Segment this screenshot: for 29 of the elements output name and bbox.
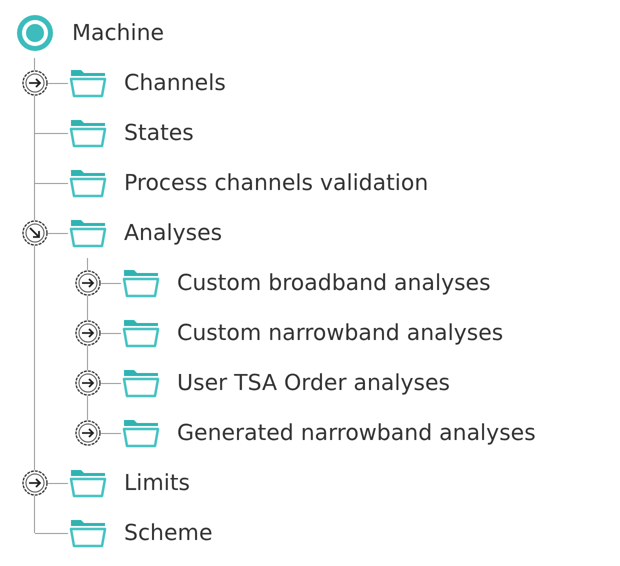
folder-icon [68,218,108,248]
tree-item-label[interactable]: User TSA Order analyses [177,370,450,396]
folder-icon [121,368,161,398]
tree-item-label[interactable]: Channels [124,70,226,96]
folder-icon [121,418,161,448]
tree-item-label[interactable]: Analyses [124,220,222,246]
folder-icon [68,468,108,498]
expand-toggle-icon[interactable] [75,370,101,396]
folder-icon [121,318,161,348]
folder-icon [68,118,108,148]
folder-icon [68,168,108,198]
tree-item-label[interactable]: Limits [124,470,190,496]
expand-toggle-icon[interactable] [22,470,48,496]
expand-toggle-icon[interactable] [22,70,48,96]
expand-toggle-icon[interactable] [75,270,101,296]
tree-item-label[interactable]: Scheme [124,520,213,546]
folder-icon [121,268,161,298]
machine-icon [15,13,55,53]
expand-toggle-icon[interactable] [75,320,101,346]
collapse-toggle-icon[interactable] [22,220,48,246]
tree-item-label[interactable]: Custom broadband analyses [177,270,491,296]
tree-item-label[interactable]: States [124,120,194,146]
tree-item-label[interactable]: Process channels validation [124,170,428,196]
folder-icon [68,68,108,98]
tree-item-label[interactable]: Machine [72,20,164,46]
tree-item-label[interactable]: Generated narrowband analyses [177,420,536,446]
expand-toggle-icon[interactable] [75,420,101,446]
tree-item-label[interactable]: Custom narrowband analyses [177,320,504,346]
folder-icon [68,518,108,548]
